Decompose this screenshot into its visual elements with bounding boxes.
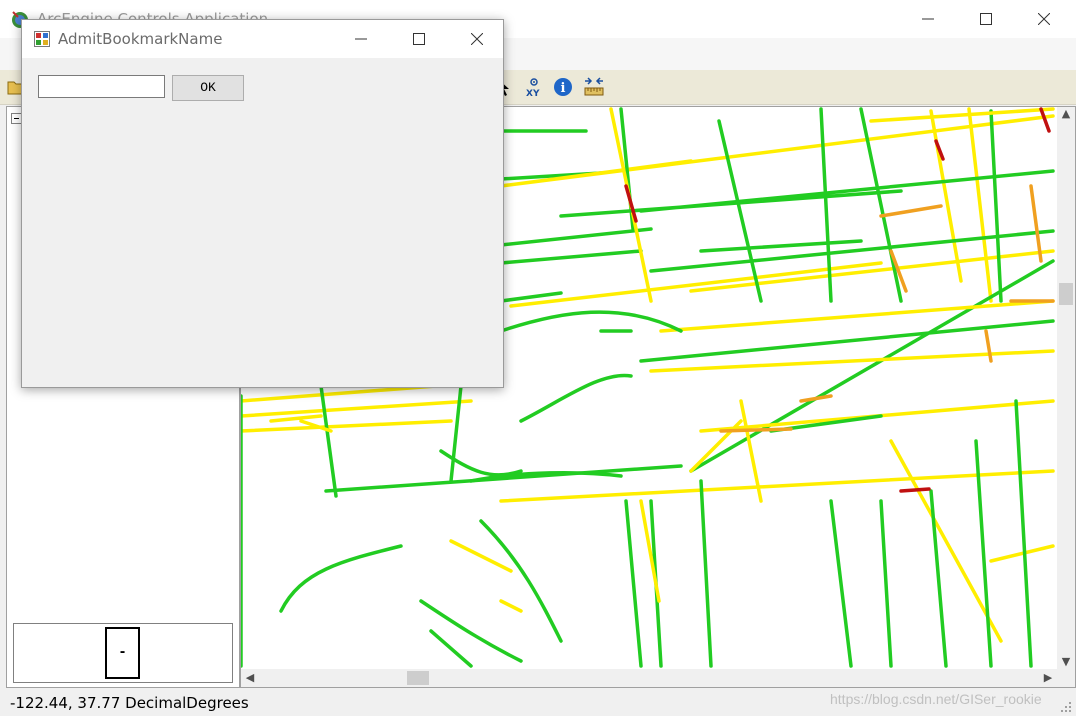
- scroll-right-arrow-icon[interactable]: ▶: [1041, 671, 1055, 685]
- map-vertical-scrollbar[interactable]: ▲ ▼: [1057, 107, 1075, 669]
- overview-extent-box[interactable]: -: [105, 627, 140, 679]
- road-segment: [241, 379, 1055, 503]
- ok-button[interactable]: OK: [172, 75, 244, 101]
- road-segment: [499, 114, 1055, 308]
- close-icon: [471, 33, 483, 45]
- minimize-button[interactable]: [900, 0, 958, 38]
- minimize-icon: [922, 18, 934, 20]
- dialog-close-button[interactable]: [449, 20, 505, 58]
- scroll-corner: [1057, 669, 1075, 687]
- admit-bookmark-dialog: AdmitBookmarkName OK: [21, 19, 504, 388]
- svg-text:XY: XY: [526, 89, 540, 98]
- minimize-icon: [355, 38, 367, 40]
- dialog-title-bar: AdmitBookmarkName: [22, 20, 503, 58]
- identify-icon: i: [554, 78, 572, 96]
- maximize-icon: [413, 33, 425, 45]
- road-segment: [899, 487, 931, 493]
- road-segment: [624, 479, 893, 668]
- status-coordinates: -122.44, 37.77 DecimalDegrees: [10, 694, 249, 712]
- status-bar: -122.44, 37.77 DecimalDegrees https://bl…: [0, 688, 1076, 716]
- scroll-left-arrow-icon[interactable]: ◀: [243, 671, 257, 685]
- maximize-icon: [980, 13, 992, 25]
- form-icon: [34, 31, 50, 47]
- scroll-up-arrow-icon[interactable]: ▲: [1059, 107, 1073, 121]
- vertical-scroll-thumb[interactable]: [1059, 283, 1073, 305]
- xy-icon: XY: [526, 78, 540, 99]
- map-horizontal-scrollbar[interactable]: ◀ ▶: [241, 669, 1057, 687]
- bookmark-name-input[interactable]: [38, 75, 165, 98]
- identify-button[interactable]: i: [552, 76, 574, 98]
- dialog-minimize-button[interactable]: [333, 20, 389, 58]
- road-segment: [269, 414, 523, 613]
- road-segment: [599, 259, 1055, 473]
- dialog-maximize-button[interactable]: [391, 20, 447, 58]
- maximize-button[interactable]: [958, 0, 1016, 38]
- scroll-down-arrow-icon[interactable]: ▼: [1059, 655, 1073, 669]
- svg-text:i: i: [561, 81, 566, 96]
- goto-xy-button[interactable]: XY: [523, 76, 545, 99]
- measure-button[interactable]: [583, 76, 605, 98]
- measure-icon: [584, 77, 604, 96]
- overview-map[interactable]: -: [13, 623, 233, 683]
- watermark: https://blog.csdn.net/GISer_rookie: [830, 691, 1042, 707]
- road-segment: [609, 107, 1055, 303]
- close-button[interactable]: [1016, 0, 1074, 38]
- close-icon: [1038, 13, 1050, 25]
- horizontal-scroll-thumb[interactable]: [407, 671, 429, 685]
- resize-grip-icon[interactable]: [1060, 701, 1072, 713]
- dialog-title: AdmitBookmarkName: [58, 30, 223, 48]
